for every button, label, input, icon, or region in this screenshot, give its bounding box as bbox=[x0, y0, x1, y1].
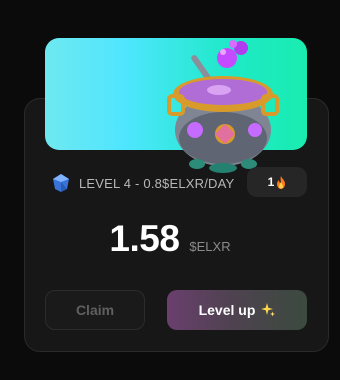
sparkle-icon bbox=[261, 303, 276, 317]
gem-icon bbox=[53, 174, 69, 192]
balance-display: 1.58 $ELXR bbox=[0, 218, 340, 260]
level-up-button-label: Level up bbox=[198, 302, 256, 318]
level-up-button[interactable]: Level up bbox=[167, 290, 307, 330]
level-info: LEVEL 4 - 0.8$ELXR/DAY bbox=[51, 168, 234, 198]
balance-unit: $ELXR bbox=[189, 239, 231, 254]
fire-icon bbox=[277, 175, 286, 189]
cauldron-icon bbox=[167, 40, 279, 173]
claim-button[interactable]: Claim bbox=[45, 290, 145, 330]
widget-root: LEVEL 4 - 0.8$ELXR/DAY 1 1.58 $ELXR Clai… bbox=[0, 0, 340, 380]
balance-amount: 1.58 bbox=[109, 218, 180, 259]
claim-button-label: Claim bbox=[75, 302, 115, 318]
streak-badge: 1 bbox=[247, 167, 307, 197]
level-rate-text: LEVEL 4 - 0.8$ELXR/DAY bbox=[79, 175, 235, 191]
streak-count: 1 bbox=[267, 175, 275, 189]
cauldron-banner bbox=[45, 38, 307, 173]
